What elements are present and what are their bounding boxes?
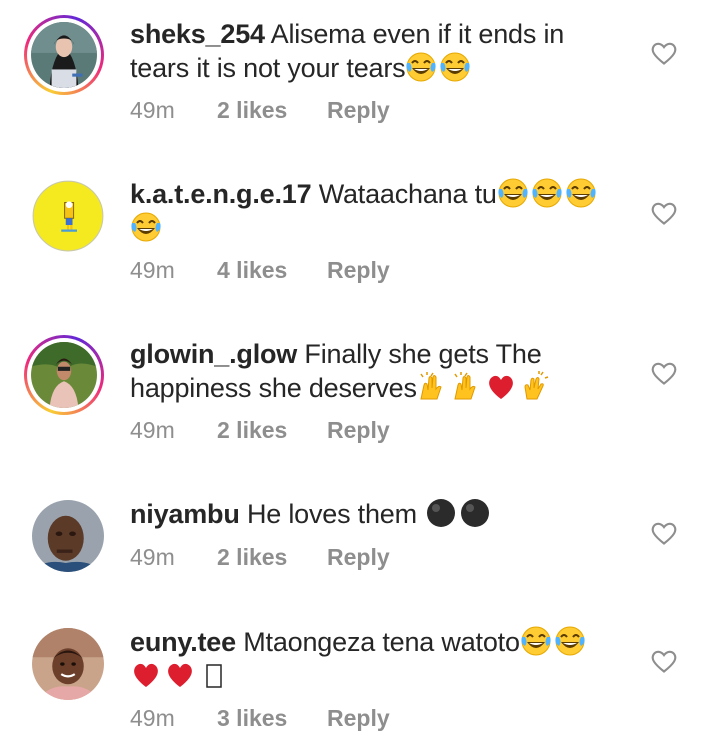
comment-likes[interactable]: 2 likes [217,97,327,124]
avatar-wrapper[interactable] [32,500,104,572]
comment-meta: 49m 2 likes Reply [130,417,390,444]
comment-likes[interactable]: 2 likes [217,417,327,444]
avatar-story-ring[interactable] [24,15,104,95]
raising-hands-icon [454,371,476,400]
laughing-tears-icon [520,626,552,656]
reply-button[interactable]: Reply [327,544,390,571]
comment-meta: 49m 2 likes Reply [130,97,390,124]
comment-text: sheks_254 Alisema even if it ends in tea… [130,17,610,85]
laughing-tears-icon [554,626,586,656]
black-circle-icon [460,499,489,527]
comment-username[interactable]: euny.tee [130,627,236,657]
comment-username[interactable]: k.a.t.e.n.g.e.17 [130,179,312,209]
comment-username[interactable]: glowin_.glow [130,339,297,369]
like-heart-icon[interactable] [650,520,678,546]
avatar [31,342,97,408]
laughing-tears-icon [565,178,597,208]
reply-button[interactable]: Reply [327,97,390,124]
comment-meta: 49m 3 likes Reply [130,705,390,732]
clapping-hands-icon [524,371,549,400]
reply-button[interactable]: Reply [327,705,390,732]
avatar [32,500,104,572]
comment-text: glowin_.glow Finally she gets The happin… [130,337,610,405]
comment-time: 49m [130,257,175,283]
comment-time: 49m [130,705,175,731]
like-heart-icon[interactable] [650,200,678,226]
comment-body: Wataachana tu [318,179,497,209]
red-heart-icon [168,663,192,687]
comment-meta: 49m 4 likes Reply [130,257,390,284]
laughing-tears-icon [130,212,162,242]
comment-username[interactable]: sheks_254 [130,19,265,49]
raising-hands-icon [420,371,442,400]
laughing-tears-icon [497,178,529,208]
comment-likes[interactable]: 3 likes [217,705,327,732]
red-heart-icon [488,375,513,399]
comment-text: niyambu He loves them [130,497,610,531]
avatar [31,22,97,88]
reply-button[interactable]: Reply [327,417,390,444]
laughing-tears-icon [405,52,437,82]
comment-time: 49m [130,544,175,570]
avatar-wrapper[interactable] [32,628,104,700]
like-heart-icon[interactable] [650,40,678,66]
comment-text: k.a.t.e.n.g.e.17 Wataachana tu [130,177,610,245]
comment-item: sheks_254 Alisema even if it ends in tea… [0,0,720,160]
reply-button[interactable]: Reply [327,257,390,284]
comment-item: euny.tee Mtaongeza tena watoto 49m 3 lik… [0,608,720,740]
comment-body: He loves them [246,499,417,529]
comment-item: k.a.t.e.n.g.e.17 Wataachana tu 49m 4 lik… [0,160,720,320]
laughing-tears-icon [439,52,471,82]
comment-time: 49m [130,417,175,443]
avatar-wrapper[interactable] [32,180,104,252]
missing-glyph-icon [206,664,222,688]
like-heart-icon[interactable] [650,360,678,386]
comment-body: Mtaongeza tena watoto [243,627,520,657]
comment-item: glowin_.glow Finally she gets The happin… [0,320,720,480]
comment-username[interactable]: niyambu [130,499,240,529]
avatar [32,180,104,252]
comment-item: niyambu He loves them 49m 2 likes Reply [0,480,720,608]
comment-likes[interactable]: 4 likes [217,257,327,284]
comment-meta: 49m 2 likes Reply [130,544,390,571]
comment-time: 49m [130,97,175,123]
black-circle-icon [426,499,455,527]
avatar-story-ring[interactable] [24,335,104,415]
comment-text: euny.tee Mtaongeza tena watoto [130,625,610,693]
comment-likes[interactable]: 2 likes [217,544,327,571]
like-heart-icon[interactable] [650,648,678,674]
laughing-tears-icon [531,178,563,208]
red-heart-icon [134,663,158,687]
avatar [32,628,104,700]
